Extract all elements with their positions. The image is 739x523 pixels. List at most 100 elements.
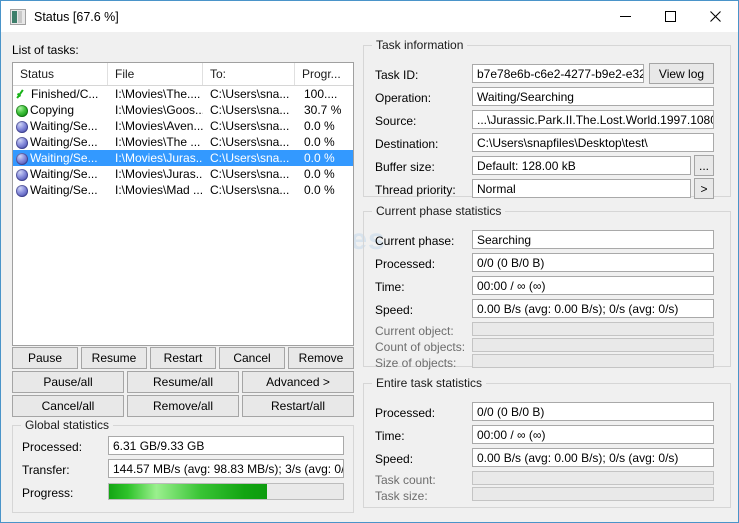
blue-sphere-icon (16, 136, 28, 149)
task-id-value[interactable]: b7e78e6b-c6e2-4277-b9e2-e3268c (472, 64, 644, 83)
entire-time-value: 00:00 / ∞ (∞) (472, 425, 714, 444)
resume-button[interactable]: Resume (81, 347, 147, 369)
task-file-cell: I:\Movies\The.... (115, 87, 201, 101)
task-status-cell: Waiting/Se... (13, 135, 108, 149)
buffer-size-browse-button[interactable]: ... (694, 155, 714, 176)
task-progress-cell: 30.7 % (304, 103, 342, 117)
minimize-icon[interactable] (603, 1, 648, 32)
blue-sphere-icon (16, 120, 28, 133)
green-sphere-icon (16, 104, 28, 117)
window-controls (603, 1, 738, 32)
count-of-objects-label: Count of objects: (375, 340, 466, 354)
maximize-icon[interactable] (648, 1, 693, 32)
app-status-icon (10, 8, 26, 25)
operation-label: Operation: (375, 91, 432, 105)
destination-value[interactable]: C:\Users\snapfiles\Desktop\test\ (472, 133, 714, 152)
table-row[interactable]: Waiting/Se... I:\Movies\The ... C:\Users\s… (13, 134, 353, 150)
task-file-cell: I:\Movies\Goos... (115, 103, 203, 117)
task-status-cell: Waiting/Se... (13, 119, 108, 133)
task-status-cell: Waiting/Se... (13, 151, 108, 165)
tasklist-label: List of tasks: (12, 43, 79, 57)
task-status-text: Waiting/Se... (30, 183, 98, 197)
global-command-row-2: Cancel/all Remove/all Restart/all (12, 395, 354, 417)
task-status-text: Waiting/Se... (30, 167, 98, 181)
task-status-cell: Copying (13, 103, 108, 117)
column-header-to[interactable]: To: (203, 63, 295, 85)
task-progress-cell: 0.0 % (304, 135, 335, 149)
entire-processed-value: 0/0 (0 B/0 B) (472, 402, 714, 421)
table-row[interactable]: Copying I:\Movies\Goos... C:\Users\sna... 3… (13, 102, 353, 118)
thread-priority-value[interactable]: Normal (472, 179, 691, 198)
current-phase-statistics-title: Current phase statistics (372, 204, 506, 218)
phase-time-value: 00:00 / ∞ (∞) (472, 276, 714, 295)
task-count-value (472, 471, 714, 485)
phase-time-label: Time: (375, 280, 405, 294)
table-row[interactable]: Waiting/Se... I:\Movies\Mad ... C:\Users\s… (13, 182, 353, 198)
column-header-progress[interactable]: Progr... (295, 63, 353, 85)
global-command-row-1: Pause/all Resume/all Advanced > (12, 371, 354, 393)
task-information-group: Task information Task ID: b7e78e6b-c6e2-… (363, 38, 731, 199)
buffer-size-value[interactable]: Default: 128.00 kB (472, 156, 691, 175)
phase-speed-value: 0.00 B/s (avg: 0.00 B/s); 0/s (avg: 0/s) (472, 299, 714, 318)
task-status-text: Waiting/Se... (30, 119, 98, 133)
entire-speed-label: Speed: (375, 452, 414, 466)
source-value[interactable]: ...\Jurassic.Park.II.The.Lost.World.1997… (472, 110, 714, 129)
task-status-cell: Finished/C... (13, 87, 108, 101)
task-to-cell: C:\Users\sna... (210, 183, 290, 197)
task-list[interactable]: Status File To: Progr... Finished/C... I:… (12, 62, 354, 346)
entire-speed-value: 0.00 B/s (avg: 0.00 B/s); 0/s (avg: 0/s) (472, 448, 714, 467)
task-count-label: Task count: (375, 473, 436, 487)
pause-all-button[interactable]: Pause/all (12, 371, 124, 393)
global-progress-label: Progress: (22, 486, 74, 500)
column-header-file[interactable]: File (108, 63, 203, 85)
phase-processed-value: 0/0 (0 B/0 B) (472, 253, 714, 272)
global-progress-bar (108, 483, 344, 500)
task-file-cell: I:\Movies\Juras... (115, 167, 203, 181)
task-command-row: Pause Resume Restart Cancel Remove (12, 347, 354, 369)
entire-task-statistics-group: Entire task statistics Processed: 0/0 (0… (363, 376, 731, 508)
count-of-objects-value (472, 338, 714, 352)
cancel-button[interactable]: Cancel (219, 347, 285, 369)
thread-priority-more-button[interactable]: > (694, 178, 714, 199)
task-file-cell: I:\Movies\The ... (115, 135, 201, 149)
cancel-all-button[interactable]: Cancel/all (12, 395, 124, 417)
global-progress-fill (109, 484, 268, 499)
task-to-cell: C:\Users\sna... (210, 119, 290, 133)
task-progress-cell: 100.... (304, 87, 338, 101)
task-file-cell: I:\Movies\Aven... (115, 119, 203, 133)
task-size-value (472, 487, 714, 501)
size-of-objects-value (472, 354, 714, 368)
task-status-text: Copying (30, 103, 75, 117)
resume-all-button[interactable]: Resume/all (127, 371, 239, 393)
global-processed-label: Processed: (22, 440, 83, 454)
current-object-label: Current object: (375, 324, 454, 338)
entire-task-statistics-title: Entire task statistics (372, 376, 487, 390)
entire-processed-label: Processed: (375, 406, 436, 420)
task-to-cell: C:\Users\sna... (210, 167, 290, 181)
task-progress-cell: 0.0 % (304, 183, 335, 197)
advanced-button[interactable]: Advanced > (242, 371, 354, 393)
task-status-text: Waiting/Se... (30, 135, 98, 149)
title-bar: Status [67.6 %] (1, 1, 738, 32)
pause-button[interactable]: Pause (12, 347, 78, 369)
current-phase-value: Searching (472, 230, 714, 249)
view-log-button[interactable]: View log (649, 63, 714, 84)
task-list-header: Status File To: Progr... (13, 63, 353, 86)
table-row[interactable]: Waiting/Se... I:\Movies\Aven... C:\Users\s… (13, 118, 353, 134)
task-to-cell: C:\Users\sna... (210, 135, 290, 149)
task-to-cell: C:\Users\sna... (210, 151, 290, 165)
current-phase-statistics-group: Current phase statistics Current phase: … (363, 204, 731, 370)
global-processed-value: 6.31 GB/9.33 GB (108, 436, 344, 455)
window-title: Status [67.6 %] (34, 9, 119, 24)
close-icon[interactable] (693, 1, 738, 32)
remove-button[interactable]: Remove (288, 347, 354, 369)
table-row[interactable]: Waiting/Se... I:\Movies\Juras... C:\Users\… (13, 150, 353, 166)
table-row[interactable]: Waiting/Se... I:\Movies\Juras... C:\Users\… (13, 166, 353, 182)
table-row[interactable]: Finished/C... I:\Movies\The.... C:\Users\s… (13, 86, 353, 102)
operation-value[interactable]: Waiting/Searching (472, 87, 714, 106)
task-size-label: Task size: (375, 489, 428, 503)
restart-button[interactable]: Restart (150, 347, 216, 369)
restart-all-button[interactable]: Restart/all (242, 395, 354, 417)
column-header-status[interactable]: Status (13, 63, 108, 85)
remove-all-button[interactable]: Remove/all (127, 395, 239, 417)
